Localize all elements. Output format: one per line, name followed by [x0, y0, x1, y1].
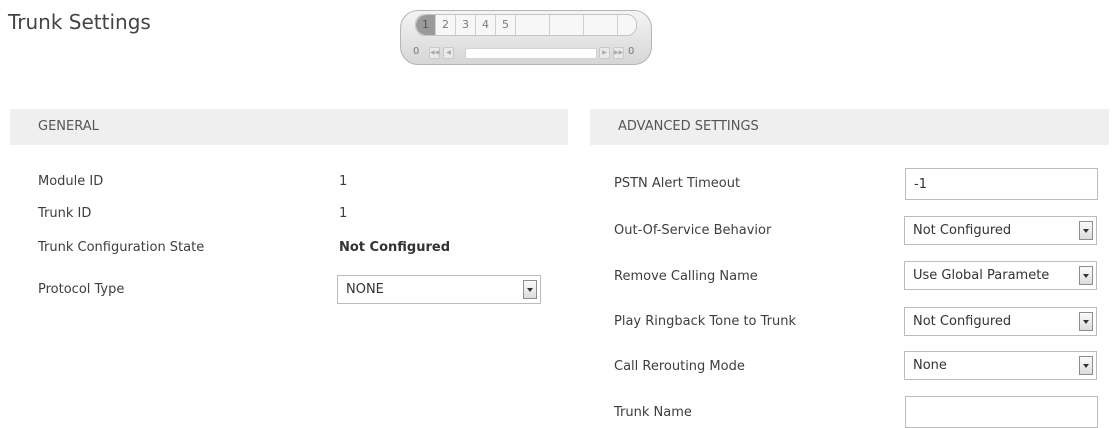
out-of-service-behavior-label: Out-Of-Service Behavior	[614, 223, 772, 238]
out-of-service-behavior-select[interactable]: Not Configured	[904, 216, 1097, 245]
chevron-down-icon[interactable]	[1079, 221, 1093, 240]
trunk-name-input[interactable]	[905, 396, 1098, 428]
call-rerouting-mode-select[interactable]: None	[904, 351, 1097, 380]
protocol-type-value: NONE	[346, 282, 384, 297]
trunk-id-value: 1	[339, 206, 348, 221]
first-page-icon[interactable]: ◀◀	[429, 47, 440, 59]
advanced-settings-header: ADVANCED SETTINGS	[590, 109, 1109, 145]
trunk-name-label: Trunk Name	[614, 405, 692, 420]
last-page-icon[interactable]: ▶▶	[613, 47, 624, 59]
trunk-tab-3[interactable]: 3	[456, 15, 476, 35]
next-page-icon[interactable]: ▶	[599, 47, 610, 59]
trunk-id-label: Trunk ID	[38, 206, 92, 221]
page-title: Trunk Settings	[8, 10, 151, 34]
trunk-tab-1[interactable]: 1	[416, 15, 436, 35]
module-id-label: Module ID	[38, 174, 104, 189]
trunk-tab-5[interactable]: 5	[496, 15, 516, 35]
trunk-tab-empty	[584, 15, 618, 35]
trunk-tab-4[interactable]: 4	[476, 15, 496, 35]
remove-calling-name-value: Use Global Paramete	[913, 268, 1050, 283]
play-ringback-tone-value: Not Configured	[913, 314, 1012, 329]
trunk-tabs: 1 2 3 4 5	[415, 14, 637, 36]
trunk-config-state-label: Trunk Configuration State	[38, 240, 205, 255]
remove-calling-name-select[interactable]: Use Global Paramete	[904, 261, 1097, 290]
out-of-service-behavior-value: Not Configured	[913, 223, 1012, 238]
remove-calling-name-label: Remove Calling Name	[614, 269, 758, 284]
general-header: GENERAL	[10, 109, 568, 145]
trunk-tab-2[interactable]: 2	[436, 15, 456, 35]
prev-page-icon[interactable]: ◀	[443, 47, 454, 59]
left-count: 0	[413, 46, 420, 57]
trunk-selector: 1 2 3 4 5 0 ◀◀ ◀ ▶ ▶▶ 0	[400, 10, 652, 65]
trunk-tab-empty	[516, 15, 550, 35]
trunk-config-state-value: Not Configured	[339, 240, 451, 255]
play-ringback-tone-select[interactable]: Not Configured	[904, 307, 1097, 336]
trunk-tab-empty	[550, 15, 584, 35]
play-ringback-tone-label: Play Ringback Tone to Trunk	[614, 314, 797, 329]
scroll-track[interactable]	[465, 48, 597, 59]
module-id-value: 1	[339, 174, 348, 189]
chevron-down-icon[interactable]	[1079, 312, 1093, 331]
protocol-type-label: Protocol Type	[38, 282, 125, 297]
chevron-down-icon[interactable]	[523, 280, 537, 299]
chevron-down-icon[interactable]	[1079, 356, 1093, 375]
call-rerouting-mode-label: Call Rerouting Mode	[614, 359, 745, 374]
trunk-scroll-bar: 0 ◀◀ ◀ ▶ ▶▶ 0	[413, 45, 643, 59]
right-count: 0	[628, 46, 635, 57]
pstn-alert-timeout-label: PSTN Alert Timeout	[614, 176, 741, 191]
call-rerouting-mode-value: None	[913, 358, 947, 373]
pstn-alert-timeout-input[interactable]	[905, 168, 1098, 200]
chevron-down-icon[interactable]	[1079, 266, 1093, 285]
protocol-type-select[interactable]: NONE	[337, 275, 541, 304]
